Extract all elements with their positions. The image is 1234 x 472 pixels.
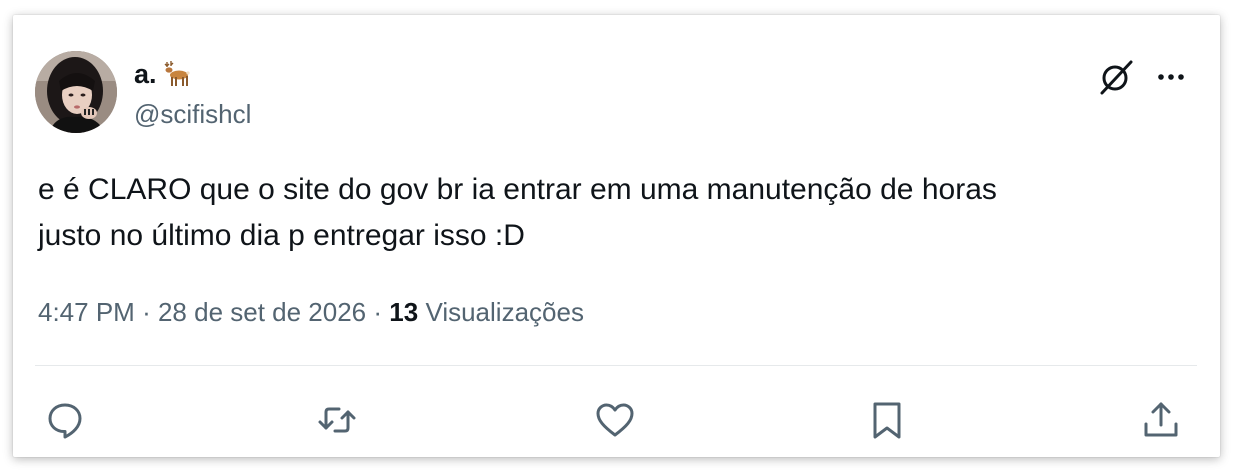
bookmark-icon[interactable]	[865, 398, 909, 442]
divider	[35, 365, 1197, 366]
tweet-text-line-1: e é CLARO que o site do gov br ia entrar…	[38, 173, 997, 206]
tweet-card: a. @scifishcl e é CLARO que o site do go…	[13, 15, 1220, 457]
grok-icon[interactable]	[1096, 57, 1136, 97]
meta-separator: ·	[373, 297, 383, 327]
deer-icon	[164, 61, 190, 86]
display-name[interactable]: a.	[134, 59, 191, 89]
tweet-time[interactable]: 4:47 PM	[38, 297, 135, 327]
views-label[interactable]: Visualizações	[425, 297, 584, 327]
tweet-date[interactable]: 28 de set de 2026	[158, 297, 366, 327]
avatar[interactable]	[35, 51, 117, 133]
tweet-meta: 4:47 PM · 28 de set de 2026 · 13 Visuali…	[38, 295, 584, 329]
more-dots-icon[interactable]	[1153, 59, 1189, 95]
meta-separator: ·	[142, 297, 151, 327]
views-count: 13	[389, 297, 419, 327]
like-icon[interactable]	[593, 398, 637, 442]
handle[interactable]: @scifishcl	[134, 99, 251, 129]
display-name-text: a.	[134, 59, 157, 89]
tweet-text-line-2: justo no último dia p entregar isso :D	[38, 219, 525, 252]
share-icon[interactable]	[1139, 398, 1183, 442]
reply-icon[interactable]	[43, 398, 87, 442]
retweet-icon[interactable]	[315, 398, 359, 442]
avatar-photo	[35, 51, 117, 133]
tweet-text: e é CLARO que o site do gov br ia entrar…	[38, 167, 1198, 259]
